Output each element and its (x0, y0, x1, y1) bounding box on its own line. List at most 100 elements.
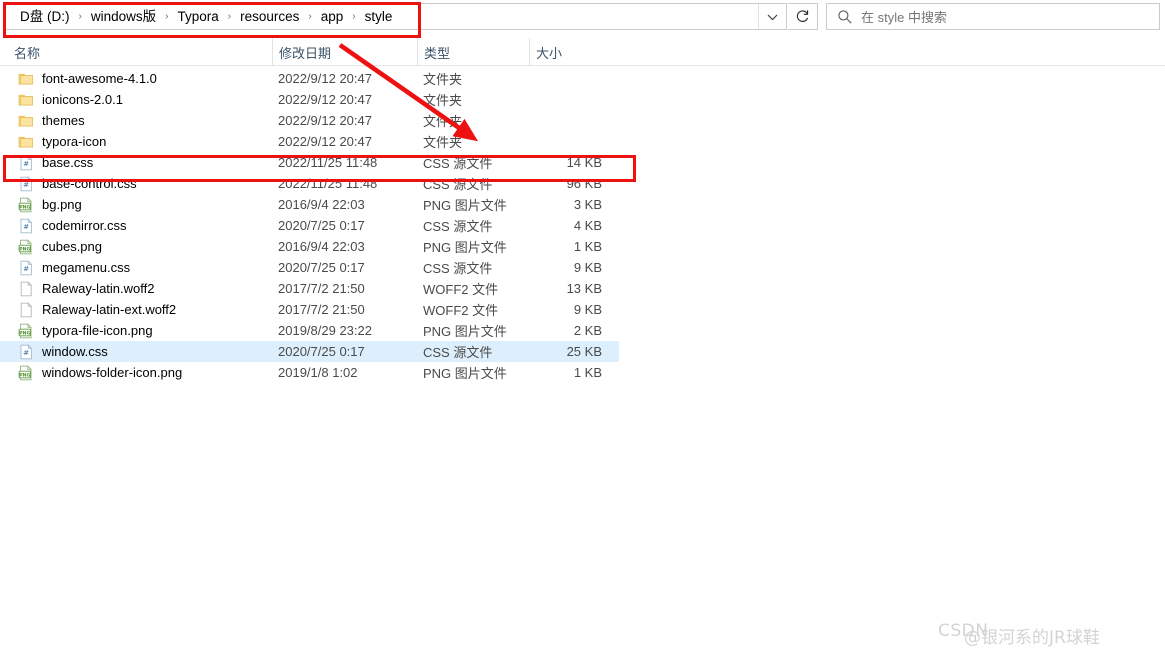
search-box[interactable]: 在 style 中搜索 (826, 3, 1160, 30)
breadcrumb-separator: › (227, 10, 232, 22)
table-row[interactable]: ionicons-2.0.1 2022/9/12 20:47 文件夹 (0, 89, 619, 110)
file-name-cell[interactable]: font-awesome-4.1.0 (0, 68, 272, 89)
file-name-cell[interactable]: # window.css (0, 341, 272, 362)
file-type-cell-label: 文件夹 (423, 72, 463, 87)
file-type-cell-label: CSS 源文件 (423, 219, 493, 234)
table-row[interactable]: PNG cubes.png 2016/9/4 22:03 PNG 图片文件 1 KB (0, 236, 619, 257)
file-size-cell: 96 KB (529, 173, 610, 194)
file-name-label: window.css (42, 344, 108, 359)
file-size-cell: 25 KB (529, 341, 610, 362)
folder-icon (18, 73, 33, 84)
refresh-button[interactable] (788, 3, 818, 30)
column-header-size[interactable]: 大小 (529, 38, 619, 66)
breadcrumb[interactable]: D盘 (D:) › windows版 › Typora › resources … (6, 4, 758, 29)
file-date-cell: 2017/7/2 21:50 (272, 299, 417, 320)
file-size-cell: 9 KB (529, 257, 610, 278)
table-row[interactable]: themes 2022/9/12 20:47 文件夹 (0, 110, 619, 131)
file-name-cell[interactable]: ionicons-2.0.1 (0, 89, 272, 110)
file-size-cell-label: 3 KB (573, 197, 602, 212)
file-date-cell: 2017/7/2 21:50 (272, 278, 417, 299)
table-row[interactable]: PNG bg.png 2016/9/4 22:03 PNG 图片文件 3 KB (0, 194, 619, 215)
css-file-icon: # (20, 259, 33, 275)
file-date-cell-label: 2017/7/2 21:50 (278, 281, 365, 296)
table-row[interactable]: # megamenu.css 2020/7/25 0:17 CSS 源文件 9 KB (0, 257, 619, 278)
breadcrumb-item-style[interactable]: style (363, 9, 395, 25)
file-size-cell: 1 KB (529, 236, 610, 257)
breadcrumb-separator: › (352, 10, 356, 22)
breadcrumb-item-drive[interactable]: D盘 (D:) (18, 9, 72, 25)
file-list[interactable]: font-awesome-4.1.0 2022/9/12 20:47 文件夹 ioni… (0, 68, 1165, 383)
breadcrumb-item-resources[interactable]: resources (238, 9, 301, 25)
svg-text:#: # (23, 159, 29, 168)
file-name-label: megamenu.css (42, 260, 131, 275)
file-name-cell[interactable]: Raleway-latin.woff2 (0, 278, 272, 299)
file-name-cell[interactable]: # megamenu.css (0, 257, 272, 278)
watermark-secondary: @银河系的JR球鞋 (964, 628, 1100, 648)
file-size-cell-label: 2 KB (573, 323, 602, 338)
file-date-cell-label: 2020/7/25 0:17 (278, 260, 365, 275)
file-date-cell: 2022/11/25 11:48 (272, 173, 417, 194)
file-name-cell[interactable]: PNG windows-folder-icon.png (0, 362, 272, 383)
breadcrumb-item-app[interactable]: app (319, 9, 346, 25)
file-date-cell-label: 2016/9/4 22:03 (278, 239, 365, 254)
file-name-cell[interactable]: Raleway-latin-ext.woff2 (0, 299, 272, 320)
file-name-label: cubes.png (42, 239, 102, 254)
file-name-cell[interactable]: themes (0, 110, 272, 131)
chevron-down-icon[interactable] (758, 4, 786, 29)
png-file-icon: PNG (18, 322, 32, 338)
file-size-cell-label: 13 KB (566, 281, 602, 296)
table-row[interactable]: # base-control.css 2022/11/25 11:48 CSS 源文件… (0, 173, 619, 194)
blank-file-icon (20, 280, 33, 296)
table-row[interactable]: Raleway-latin.woff2 2017/7/2 21:50 WOFF2 文… (0, 278, 619, 299)
file-name-cell[interactable]: PNG cubes.png (0, 236, 272, 257)
file-date-cell-label: 2020/7/25 0:17 (278, 218, 365, 233)
table-row[interactable]: font-awesome-4.1.0 2022/9/12 20:47 文件夹 (0, 68, 619, 89)
file-name-cell[interactable]: PNG typora-file-icon.png (0, 320, 272, 341)
file-size-cell (529, 131, 610, 152)
file-size-cell: 2 KB (529, 320, 610, 341)
table-row[interactable]: PNG windows-folder-icon.png 2019/1/8 1:02 P… (0, 362, 619, 383)
file-date-cell-label: 2020/7/25 0:17 (278, 344, 365, 359)
file-date-cell-label: 2019/1/8 1:02 (278, 365, 358, 380)
file-type-cell: CSS 源文件 (417, 173, 529, 194)
explorer-window: D盘 (D:) › windows版 › Typora › resources … (0, 0, 1165, 651)
breadcrumb-item-windows[interactable]: windows版 (89, 9, 158, 25)
file-date-cell: 2019/1/8 1:02 (272, 362, 417, 383)
file-size-cell-label: 1 KB (573, 239, 602, 254)
file-name-label: windows-folder-icon.png (42, 365, 183, 380)
column-header-name[interactable]: 名称 (0, 38, 272, 66)
file-date-cell: 2019/8/29 23:22 (272, 320, 417, 341)
column-header-date[interactable]: 修改日期 (272, 38, 417, 66)
svg-text:#: # (23, 264, 29, 273)
column-header-type[interactable]: 类型 (417, 38, 529, 66)
file-date-cell: 2016/9/4 22:03 (272, 194, 417, 215)
file-type-cell: PNG 图片文件 (417, 236, 529, 257)
file-name-cell[interactable]: # base-control.css (0, 173, 272, 194)
file-type-cell: PNG 图片文件 (417, 194, 529, 215)
file-type-cell-label: CSS 源文件 (423, 345, 493, 360)
file-name-label: base-control.css (42, 176, 137, 191)
table-row[interactable]: # window.css 2020/7/25 0:17 CSS 源文件 25 KB (0, 341, 619, 362)
address-bar[interactable]: D盘 (D:) › windows版 › Typora › resources … (5, 3, 787, 30)
css-file-icon: # (20, 217, 33, 233)
table-row[interactable]: # base.css 2022/11/25 11:48 CSS 源文件 14 KB (0, 152, 619, 173)
table-row[interactable]: Raleway-latin-ext.woff2 2017/7/2 21:50 WOF… (0, 299, 619, 320)
breadcrumb-item-typora[interactable]: Typora (175, 9, 220, 25)
file-type-cell: WOFF2 文件 (417, 299, 529, 320)
file-type-cell-label: CSS 源文件 (423, 177, 493, 192)
table-row[interactable]: PNG typora-file-icon.png 2019/8/29 23:22 PN… (0, 320, 619, 341)
caret-up-icon (139, 38, 148, 44)
file-name-cell[interactable]: # codemirror.css (0, 215, 272, 236)
file-type-cell-label: PNG 图片文件 (423, 240, 507, 255)
file-name-cell[interactable]: # base.css (0, 152, 272, 173)
table-row[interactable]: typora-icon 2022/9/12 20:47 文件夹 (0, 131, 619, 152)
table-row[interactable]: # codemirror.css 2020/7/25 0:17 CSS 源文件 4 KB (0, 215, 619, 236)
file-size-cell: 3 KB (529, 194, 610, 215)
file-size-cell (529, 68, 610, 89)
file-name-cell[interactable]: PNG bg.png (0, 194, 272, 215)
file-name-cell[interactable]: typora-icon (0, 131, 272, 152)
search-icon (838, 9, 852, 24)
search-input[interactable]: 在 style 中搜索 (861, 7, 947, 26)
file-date-cell-label: 2022/9/12 20:47 (278, 71, 372, 86)
file-date-cell-label: 2016/9/4 22:03 (278, 197, 365, 212)
